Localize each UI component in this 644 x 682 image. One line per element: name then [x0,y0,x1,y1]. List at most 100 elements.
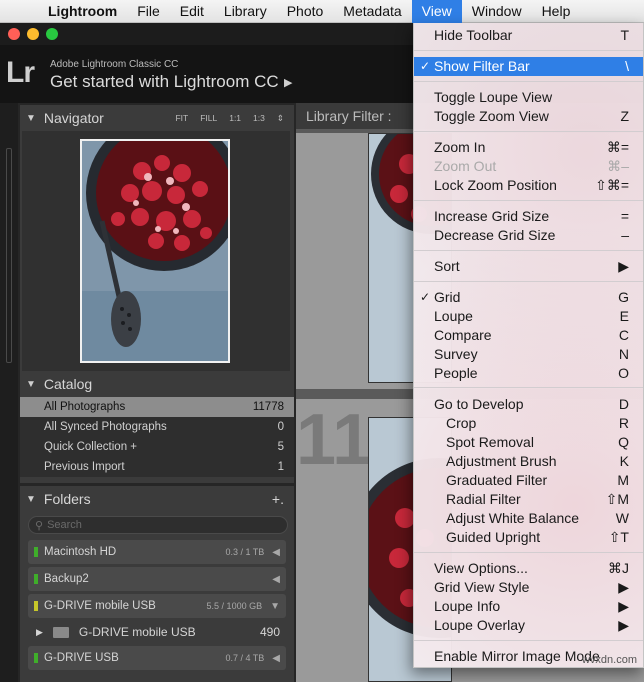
library-filter-label: Library Filter : [306,108,392,124]
catalog-row-label: All Photographs [44,401,126,413]
menu-edit[interactable]: Edit [170,0,214,23]
menu-separator [414,387,643,388]
menu-item-loupe-info[interactable]: Loupe Info ▶ [414,597,643,616]
menu-window[interactable]: Window [462,0,532,23]
menu-item-shortcut: E [619,308,629,324]
submenu-arrow-icon: ▶ [618,258,629,274]
menu-item-zoom-out[interactable]: Zoom Out ⌘– [414,157,643,176]
menu-item-shortcut: Q [618,434,629,450]
menu-item-toggle-zoom-view[interactable]: Toggle Zoom View Z [414,107,643,126]
menu-item-guided-upright[interactable]: Guided Upright ⇧T [414,528,643,547]
zoom-1-3-option[interactable]: 1:3 [253,113,265,124]
menu-item-toggle-loupe-view[interactable]: Toggle Loupe View [414,88,643,107]
menu-item-compare[interactable]: Compare C [414,326,643,345]
catalog-row-count: 5 [277,441,284,453]
menu-separator [414,552,643,553]
expand-arrow-icon[interactable]: ◀ [272,574,280,585]
zoom-stepper-icon[interactable]: ⇕ [277,113,284,124]
menubar: Lightroom File Edit Library Photo Metada… [0,0,644,23]
collapse-triangle-icon[interactable]: ▼ [26,494,36,505]
menu-lightroom[interactable]: Lightroom [38,0,127,23]
catalog-panel: ▼ Catalog All Photographs 11778 All Sync… [20,371,294,483]
menu-item-adjustment-brush[interactable]: Adjustment Brush K [414,452,643,471]
navigator-title: Navigator [43,110,104,126]
panel-grip[interactable] [6,148,12,363]
subfolder-row[interactable]: ▶ G-DRIVE mobile USB 490 [20,621,294,643]
folders-header[interactable]: ▼ Folders +. [20,486,294,512]
menu-item-grid-view-style[interactable]: Grid View Style ▶ [414,578,643,597]
menu-item-increase-grid-size[interactable]: Increase Grid Size = [414,207,643,226]
menu-item-lock-zoom-position[interactable]: Lock Zoom Position ⇧⌘= [414,176,643,195]
play-arrow-icon[interactable]: ▶ [284,76,292,89]
menu-item-graduated-filter[interactable]: Graduated Filter M [414,471,643,490]
menu-photo[interactable]: Photo [277,0,334,23]
menu-item-survey[interactable]: Survey N [414,345,643,364]
menu-item-decrease-grid-size[interactable]: Decrease Grid Size – [414,226,643,245]
menu-help[interactable]: Help [532,0,581,23]
menu-item-label: Crop [446,415,477,431]
menu-separator [414,50,643,51]
navigator-header[interactable]: ▼ Navigator FIT FILL 1:1 1:3 ⇕ [20,105,294,131]
menu-item-spot-removal[interactable]: Spot Removal Q [414,433,643,452]
menu-library[interactable]: Library [214,0,277,23]
zoom-fill-option[interactable]: FILL [200,113,217,124]
zoom-1-1-option[interactable]: 1:1 [229,113,241,124]
collapse-arrow-icon[interactable]: ▼ [270,601,280,612]
menu-item-label: Spot Removal [446,434,534,450]
minimize-window-button[interactable] [27,28,39,40]
menu-item-label: People [434,365,478,381]
menu-item-label: Graduated Filter [446,472,548,488]
preview-thumbnail[interactable] [80,139,230,363]
expand-arrow-icon[interactable]: ◀ [272,547,280,558]
menu-item-shortcut: W [615,510,629,526]
menu-item-grid[interactable]: ✓ Grid G [414,288,643,307]
menu-view[interactable]: View [411,0,462,23]
volume-g-drive-usb[interactable]: G-DRIVE USB 0.7 / 4 TB ◀ [28,646,286,670]
menu-item-radial-filter[interactable]: Radial Filter ⇧M [414,490,643,509]
catalog-row-count: 1 [277,461,284,473]
menu-item-loupe-overlay[interactable]: Loupe Overlay ▶ [414,616,643,635]
menu-metadata[interactable]: Metadata [333,0,411,23]
catalog-row-synced[interactable]: All Synced Photographs 0 [20,417,294,437]
collapse-triangle-icon[interactable]: ▼ [26,113,36,124]
catalog-header[interactable]: ▼ Catalog [20,371,294,397]
subfolder-name: G-DRIVE mobile USB [78,625,196,639]
checkmark-icon: ✓ [420,290,431,304]
menu-item-people[interactable]: People O [414,364,643,383]
menu-item-label: View Options... [434,560,528,576]
expand-arrow-icon[interactable]: ◀ [272,653,280,664]
catalog-row-previous-import[interactable]: Previous Import 1 [20,457,294,477]
menu-item-view-options[interactable]: View Options... ⌘J [414,559,643,578]
folder-search-input[interactable]: ⚲ Search [28,516,288,534]
volume-macintosh-hd[interactable]: Macintosh HD 0.3 / 1 TB ◀ [28,540,286,564]
collapse-triangle-icon[interactable]: ▼ [26,379,36,390]
add-folder-button[interactable]: +. [272,491,294,507]
catalog-row-label: All Synced Photographs [44,421,167,433]
menu-item-shortcut: N [618,346,629,362]
menu-item-crop[interactable]: Crop R [414,414,643,433]
menu-item-go-to-develop[interactable]: Go to Develop D [414,395,643,414]
menu-item-adjust-white-balance[interactable]: Adjust White Balance W [414,509,643,528]
disclosure-triangle-icon[interactable]: ▶ [36,627,43,638]
menu-separator [414,281,643,282]
menu-file[interactable]: File [127,0,170,23]
menu-item-hide-toolbar[interactable]: Hide Toolbar T [414,26,643,45]
menu-separator [414,81,643,82]
catalog-row-quick-collection[interactable]: Quick Collection + 5 [20,437,294,457]
volume-backup2[interactable]: Backup2 ◀ [28,567,286,591]
zoom-fit-option[interactable]: FIT [175,113,188,124]
menu-item-loupe[interactable]: Loupe E [414,307,643,326]
catalog-title: Catalog [43,376,93,392]
volume-name: Backup2 [44,573,89,585]
close-window-button[interactable] [8,28,20,40]
menu-item-show-filter-bar[interactable]: ✓ Show Filter Bar \ [414,57,643,76]
menu-item-shortcut: ⇧T [608,529,629,545]
volume-capacity: 0.7 / 4 TB [225,653,265,663]
catalog-row-all-photographs[interactable]: All Photographs 11778 [20,397,294,417]
get-started-link[interactable]: Get started with Lightroom CC [50,72,279,92]
volume-g-drive-mobile-usb[interactable]: G-DRIVE mobile USB 5.5 / 1000 GB ▼ [28,594,286,618]
panel-edge[interactable] [0,103,18,682]
menu-item-sort[interactable]: Sort ▶ [414,257,643,276]
zoom-window-button[interactable] [46,28,58,40]
menu-item-zoom-in[interactable]: Zoom In ⌘= [414,138,643,157]
